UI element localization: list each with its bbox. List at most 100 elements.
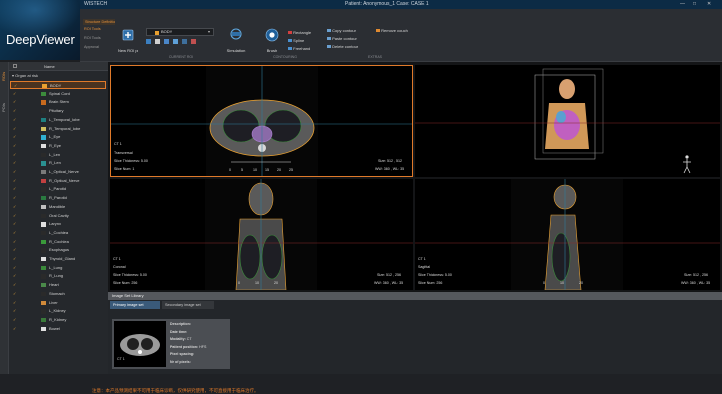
roi-color-swatch[interactable] (41, 178, 46, 184)
roi-color-swatch[interactable] (41, 100, 46, 105)
roi-row[interactable]: ✓ L_Lung (10, 264, 106, 272)
roi-color-swatch[interactable] (41, 317, 46, 323)
roi-row[interactable]: ✓ Heart (10, 281, 106, 289)
roi-color-swatch[interactable] (41, 239, 46, 244)
visibility-checkbox[interactable]: ✓ (13, 239, 17, 244)
roi-color-swatch[interactable] (41, 109, 46, 114)
roi-color-swatch[interactable] (41, 187, 46, 192)
sagittal-viewport[interactable]: CT 1 Sagittal Slice Thickness: 5.00 Slic… (415, 179, 720, 290)
maximize-button[interactable]: □ (693, 0, 696, 9)
visibility-checkbox[interactable]: ✓ (13, 196, 17, 200)
roi-row[interactable]: ✓ R_Cochlea (10, 238, 106, 246)
roi-row[interactable]: ✓ Pituitary (10, 107, 106, 115)
roi-row[interactable]: ✓ Thyroid_Gland (10, 255, 106, 263)
visibility-checkbox[interactable]: ✓ (13, 100, 17, 104)
simulation-button[interactable]: Simulation (224, 27, 248, 57)
roi-color-swatch[interactable] (41, 230, 46, 236)
3d-viewport[interactable] (415, 65, 720, 177)
roi-color-swatch[interactable] (41, 204, 46, 210)
roi-color-swatch[interactable] (41, 222, 46, 227)
roi-color-swatch[interactable] (41, 170, 46, 175)
roi-row[interactable]: ✓ Larynx (10, 220, 106, 228)
roi-color-swatch[interactable] (41, 117, 46, 123)
roi-color-swatch[interactable] (41, 248, 46, 253)
visibility-checkbox[interactable]: ✓ (13, 257, 17, 261)
brush-button[interactable]: Brush (262, 27, 282, 57)
delete-contour-button[interactable]: Delete contour (327, 44, 358, 49)
roi-color-swatch[interactable] (41, 135, 46, 140)
roi-row[interactable]: ✓ BODY (10, 81, 106, 90)
tab-secondary-image-set[interactable]: Secondary image set (162, 301, 214, 309)
roi-color-swatch[interactable] (41, 126, 46, 131)
new-roi-button[interactable]: New ROI property (118, 27, 138, 57)
structure-definition-tab[interactable]: Structure Definition (83, 19, 115, 25)
roi-row[interactable]: ✓ R_Parotid (10, 194, 106, 202)
visibility-checkbox[interactable]: ✓ (13, 152, 17, 157)
roi-color-swatch[interactable] (41, 143, 46, 149)
roi-color-swatch[interactable] (41, 300, 46, 305)
roi-row[interactable]: ✓ R_Eye (10, 142, 106, 150)
side-menu-roi-tools[interactable]: ROI Tools (84, 27, 101, 31)
roi-color-swatch[interactable] (41, 265, 46, 271)
roi-color-swatch[interactable] (41, 257, 46, 262)
roi-color-swatch[interactable] (41, 213, 46, 218)
roi-color-swatch[interactable] (41, 196, 46, 201)
visibility-checkbox[interactable]: ✓ (13, 109, 17, 113)
roi-row[interactable]: ✓ Esophagus (10, 246, 106, 254)
visibility-checkbox[interactable]: ✓ (13, 117, 17, 122)
visibility-checkbox[interactable]: ✓ (13, 291, 17, 296)
visibility-checkbox[interactable]: ✓ (13, 213, 17, 218)
copy-contour-button[interactable]: Copy contour (327, 28, 356, 33)
roi-row[interactable]: ✓ L_Len (10, 151, 106, 159)
roi-row[interactable]: ✓ L_Kidney (10, 307, 106, 315)
roi-row[interactable]: ✓ Oral Cavity (10, 212, 106, 220)
select-all-checkbox[interactable] (13, 64, 17, 68)
visibility-checkbox[interactable]: ✓ (13, 317, 17, 322)
roi-row[interactable]: ✓ Mandible (10, 203, 106, 211)
roi-selector[interactable]: BODY ▾ (146, 28, 214, 36)
roi-group-organ-at-risk[interactable]: ▾ Organ at risk (12, 72, 38, 79)
roi-color-swatch[interactable] (41, 152, 46, 157)
roi-color-swatch[interactable] (41, 309, 46, 314)
close-button[interactable]: ✕ (707, 0, 711, 9)
fill-icon[interactable] (164, 39, 169, 44)
visibility-checkbox[interactable]: ✓ (13, 170, 17, 174)
roi-row[interactable]: ✓ L_Optical_Nerve (10, 168, 106, 176)
roi-color-swatch[interactable] (41, 91, 46, 97)
roi-row[interactable]: ✓ L_Temporal_lobe (10, 116, 106, 124)
tab-primary-image-set[interactable]: Primary image set (110, 301, 160, 309)
visibility-checkbox[interactable]: ✓ (13, 91, 17, 96)
visibility-checkbox[interactable]: ✓ (13, 274, 17, 278)
visibility-checkbox[interactable]: ✓ (13, 187, 17, 191)
visibility-checkbox[interactable]: ✓ (13, 222, 17, 226)
visibility-checkbox[interactable]: ✓ (13, 309, 17, 313)
visibility-checkbox[interactable]: ✓ (13, 161, 17, 165)
side-menu-approval[interactable]: Approval (84, 45, 99, 49)
roi-row[interactable]: ✓ R_Len (10, 159, 106, 167)
roi-row[interactable]: ✓ Brain Stem (10, 98, 106, 106)
roi-row[interactable]: ✓ L_Eye (10, 133, 106, 141)
roi-row[interactable]: ✓ Stomach (10, 290, 106, 298)
side-menu-roi-tools-2[interactable]: ROI Tools (84, 36, 101, 40)
roi-color-swatch[interactable] (41, 274, 46, 279)
visibility-checkbox[interactable]: ✓ (13, 178, 17, 183)
transverse-viewport[interactable]: CT 1 Transversal Slice Thickness: 5.00 S… (110, 65, 413, 177)
visibility-checkbox[interactable]: ✓ (13, 283, 17, 287)
roi-color-swatch[interactable] (41, 291, 46, 297)
roi-row[interactable]: ✓ R_Optical_Nerve (10, 177, 106, 185)
visibility-checkbox[interactable]: ✓ (13, 135, 17, 139)
transform-icon[interactable] (173, 39, 178, 44)
visibility-checkbox[interactable]: ✓ (13, 143, 17, 148)
roi-color-swatch[interactable] (41, 283, 46, 288)
visibility-checkbox[interactable]: ✓ (13, 230, 17, 235)
roi-color-swatch[interactable] (41, 326, 46, 331)
roi-row[interactable]: ✓ L_Cochlea (10, 229, 106, 237)
visibility-checkbox[interactable]: ✓ (13, 126, 17, 131)
visibility-checkbox[interactable]: ✓ (14, 84, 18, 88)
remove-couch-button[interactable]: Remove couch (376, 28, 408, 33)
roi-color-swatch[interactable] (41, 161, 46, 166)
pencil-icon[interactable] (155, 39, 160, 44)
roi-row[interactable]: ✓ Liver (10, 299, 106, 307)
close-roi-icon[interactable] (191, 39, 196, 44)
visibility-checkbox[interactable]: ✓ (13, 326, 17, 331)
